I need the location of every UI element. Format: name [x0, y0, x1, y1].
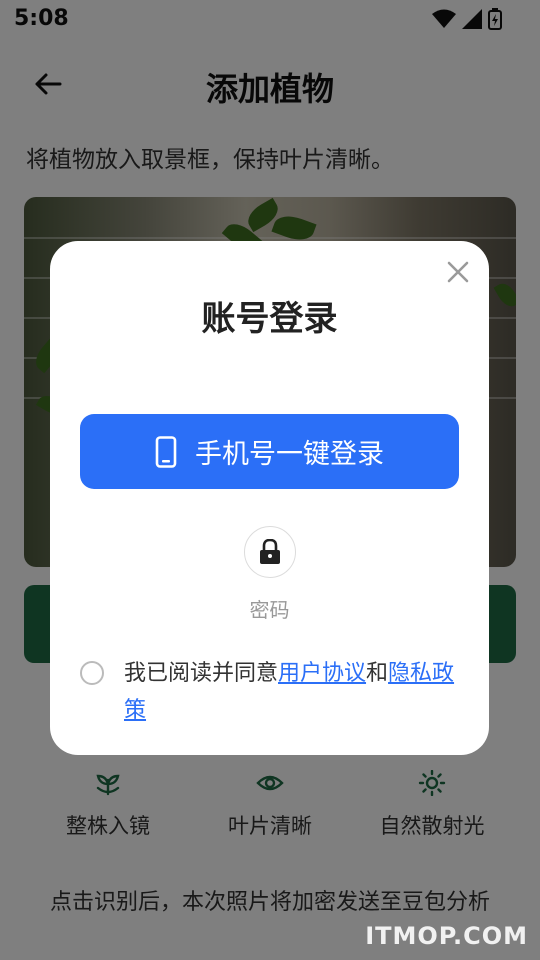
phone-login-label: 手机号一键登录 [195, 439, 384, 470]
close-icon [447, 261, 469, 283]
agreement-prefix: 我已阅读并同意 [124, 661, 279, 686]
close-button[interactable] [443, 257, 473, 287]
agreement-text: 我已阅读并同意用户协议和隐私政策 [124, 655, 464, 729]
password-login-option[interactable]: 密码 [50, 526, 489, 623]
login-dialog: 账号登录 手机号一键登录 密码 我已阅读并同意用户协议和隐私政策 [50, 241, 489, 755]
watermark: ITMOP.COM [365, 922, 528, 950]
phone-login-button[interactable]: 手机号一键登录 [80, 414, 459, 489]
phone-icon [155, 435, 177, 468]
agreement-checkbox[interactable] [80, 661, 104, 685]
agreement-conjunction: 和 [366, 661, 389, 686]
lock-icon [259, 539, 280, 564]
user-agreement-link[interactable]: 用户协议 [278, 661, 366, 686]
password-login-circle[interactable] [243, 526, 296, 578]
dialog-title: 账号登录 [201, 299, 338, 339]
password-login-label: 密码 [249, 598, 290, 622]
